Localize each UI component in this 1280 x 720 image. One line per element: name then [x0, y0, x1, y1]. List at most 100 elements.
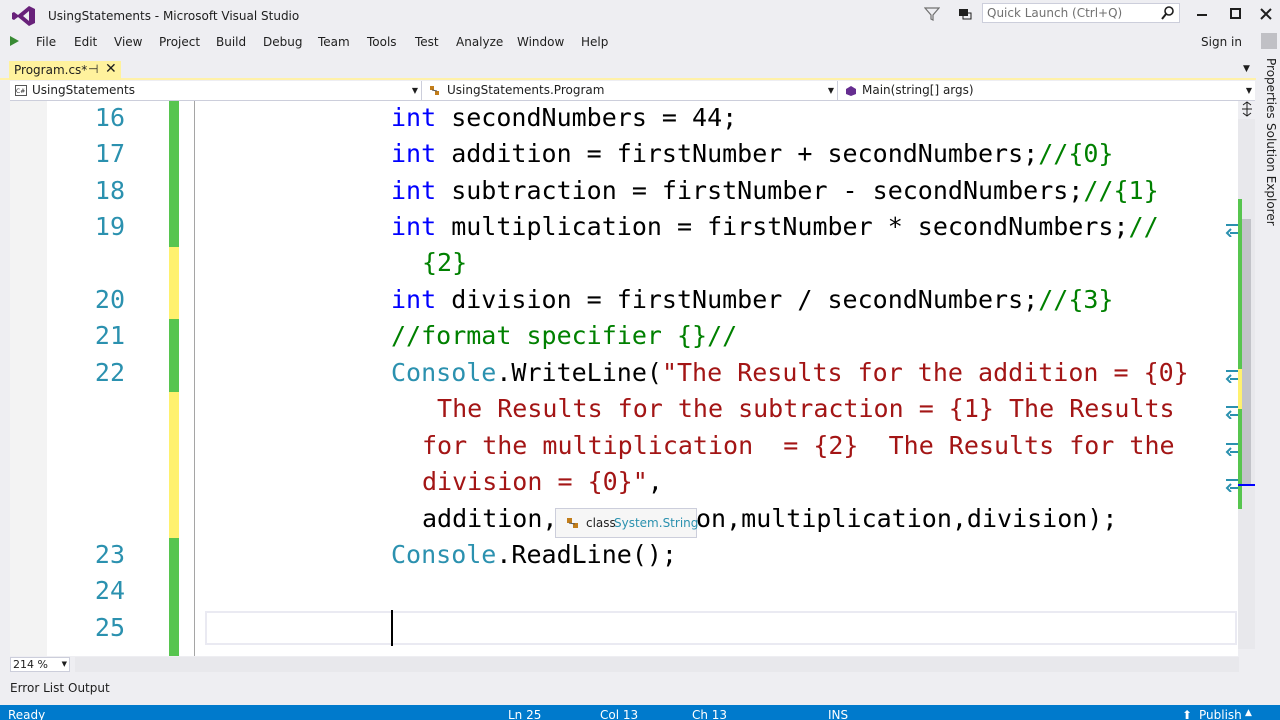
document-tab-strip	[0, 53, 1256, 80]
code-line-22-args-b: on,multiplication,division);	[696, 504, 1118, 533]
code-text: addition = firstNumber + secondNumbers;	[436, 139, 1039, 168]
minimize-icon[interactable]	[1188, 4, 1216, 24]
line-number: 24	[94, 576, 125, 605]
publish-icon[interactable]: ⬆	[1182, 708, 1192, 720]
code-text: secondNumbers = 44;	[436, 103, 738, 132]
line-number: 17	[94, 139, 125, 168]
string-literal: "The Results for the addition = {0}	[661, 358, 1189, 387]
indicator-margin	[10, 101, 47, 656]
menu-debug[interactable]: Debug	[263, 35, 302, 49]
code-line-16: int secondNumbers = 44;	[391, 103, 737, 132]
status-publish[interactable]: Publish	[1199, 708, 1242, 720]
feedback-icon[interactable]	[957, 6, 973, 22]
menu-build[interactable]: Build	[216, 35, 246, 49]
quick-launch-input[interactable]: Quick Launch (Ctrl+Q)	[982, 3, 1180, 23]
member-dropdown[interactable]: Main(string[] args) ▼	[841, 81, 1255, 100]
chevron-down-icon: ▼	[61, 660, 67, 668]
code-line-19-wrap: {2}	[422, 248, 468, 277]
menu-project[interactable]: Project	[159, 35, 200, 49]
word-wrap-icon	[1225, 406, 1238, 419]
saved-change-marker	[169, 538, 179, 656]
chevron-down-icon: ▼	[411, 86, 418, 95]
title-bar: UsingStatements - Microsoft Visual Studi…	[0, 0, 1280, 31]
vertical-scrollbar[interactable]	[1238, 119, 1255, 649]
line-number: 21	[94, 321, 125, 350]
word-wrap-icon	[1225, 370, 1238, 383]
unsaved-change-marker	[169, 283, 179, 319]
menu-edit[interactable]: Edit	[74, 35, 97, 49]
close-icon[interactable]	[1252, 4, 1280, 24]
properties-tab[interactable]: Properties	[1264, 58, 1278, 119]
code-line-19: int multiplication = firstNumber * secon…	[391, 212, 1159, 241]
word-wrap-icon	[1225, 443, 1238, 456]
sign-in-link[interactable]: Sign in	[1201, 35, 1242, 49]
tab-error-list[interactable]: Error List	[10, 681, 64, 695]
solution-explorer-tab[interactable]: Solution Explorer	[1264, 123, 1278, 226]
code-line-17: int addition = firstNumber + secondNumbe…	[391, 139, 1113, 168]
comment: //{1}	[1083, 176, 1159, 205]
zoom-level: 214 %	[13, 658, 48, 671]
project-name: UsingStatements	[32, 83, 135, 97]
saved-change-marker	[169, 319, 179, 392]
code-text: subtraction = firstNumber - secondNumber…	[436, 176, 1084, 205]
start-icon[interactable]	[10, 36, 19, 46]
tab-close-icon[interactable]: ✕	[105, 61, 117, 77]
vs-logo-icon	[12, 6, 35, 26]
maximize-icon[interactable]	[1221, 4, 1249, 24]
split-icon[interactable]	[1239, 101, 1255, 117]
pin-icon[interactable]: ⊣	[88, 62, 98, 76]
change-overview-marker	[1238, 199, 1242, 369]
menu-view[interactable]: View	[114, 35, 142, 49]
menu-window[interactable]: Window	[517, 35, 564, 49]
tab-overflow-icon[interactable]: ▼	[1243, 64, 1250, 74]
line-number: 23	[94, 540, 125, 569]
chevron-up-icon[interactable]: ▲	[1245, 708, 1252, 718]
status-bar: Ready Ln 25 Col 13 Ch 13 INS ⬆ Publish ▲	[0, 705, 1280, 720]
account-icon[interactable]	[1261, 33, 1277, 49]
class-dropdown[interactable]: UsingStatements.Program ▼	[425, 81, 838, 100]
tab-program-cs[interactable]: Program.cs* ⊣ ✕	[9, 61, 121, 80]
quick-info-tooltip: class System.String	[555, 508, 698, 538]
keyword: int	[391, 212, 437, 241]
svg-text:C#: C#	[16, 88, 25, 95]
menu-analyze[interactable]: Analyze	[456, 35, 503, 49]
word-wrap-icon	[1225, 479, 1238, 492]
filter-icon[interactable]	[924, 6, 940, 22]
keyword: int	[391, 103, 437, 132]
type-name: Console	[391, 358, 497, 387]
csharp-project-icon: C#	[15, 85, 27, 96]
zoom-dropdown[interactable]: 214 % ▼	[10, 657, 70, 672]
status-insert-mode: INS	[828, 708, 849, 720]
line-number: 18	[94, 176, 125, 205]
code-line-18: int subtraction = firstNumber - secondNu…	[391, 176, 1159, 205]
comment: //{3}	[1038, 285, 1114, 314]
keyword: int	[391, 285, 437, 314]
saved-change-marker	[169, 101, 179, 247]
scrollbar-thumb[interactable]	[1242, 219, 1251, 486]
change-overview-marker	[1238, 409, 1242, 509]
code-text: .WriteLine(	[496, 358, 662, 387]
line-number: 20	[94, 285, 125, 314]
status-char: Ch 13	[692, 708, 728, 720]
project-dropdown[interactable]: C# UsingStatements ▼	[10, 81, 422, 100]
navigation-bar: C# UsingStatements ▼ UsingStatements.Pro…	[10, 81, 1255, 101]
search-icon[interactable]	[1161, 6, 1175, 20]
code-editor[interactable]: 16 17 18 19 20 21 22 23 24 25 int second…	[10, 101, 1238, 656]
menu-tools[interactable]: Tools	[367, 35, 397, 49]
tab-output[interactable]: Output	[68, 681, 110, 695]
tab-label: Program.cs*	[14, 63, 88, 77]
horizontal-scrollbar[interactable]	[75, 657, 1239, 672]
word-wrap-icon	[1225, 224, 1238, 237]
class-name: UsingStatements.Program	[447, 83, 605, 97]
menu-file[interactable]: File	[36, 35, 56, 49]
chevron-down-icon: ▼	[827, 86, 834, 95]
menu-help[interactable]: Help	[581, 35, 608, 49]
change-overview-marker	[1238, 369, 1242, 409]
code-text: ,	[647, 467, 663, 496]
menu-test[interactable]: Test	[415, 35, 439, 49]
bottom-tool-tabs	[0, 678, 1280, 702]
line-number: 16	[94, 103, 125, 132]
class-icon	[430, 86, 439, 95]
menu-team[interactable]: Team	[318, 35, 350, 49]
unsaved-change-marker	[169, 247, 179, 283]
